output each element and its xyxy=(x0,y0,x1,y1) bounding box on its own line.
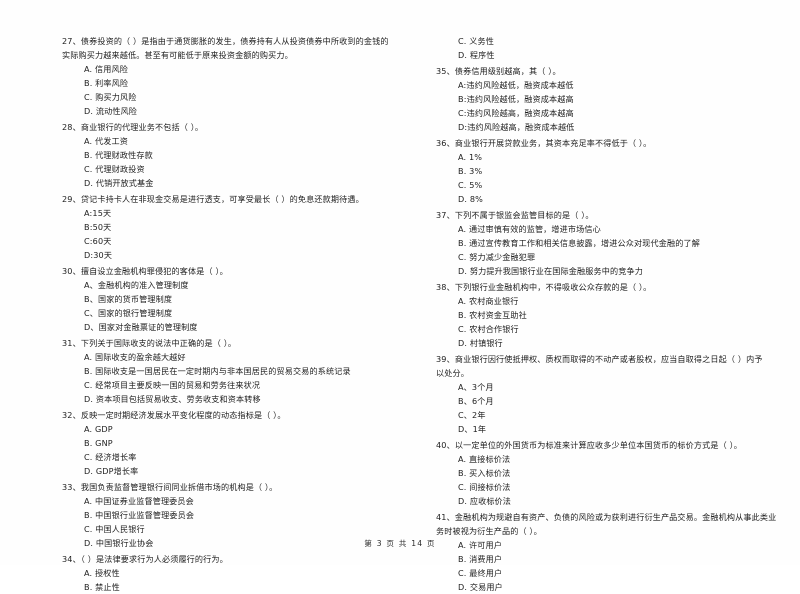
question-stem: 40、以一定单位的外国货币为标准来计算应收多少单位本国货币的标价方式是（ ）。 xyxy=(436,439,743,450)
question-block: 41、金融机构为规避自有资产、负债的风险或为获利进行衍生产品交易。金融机构从事此… xyxy=(436,510,800,594)
question-option[interactable]: A:违约风险越低，融资成本越低 xyxy=(436,78,800,92)
question-option[interactable]: A. 农村商业银行 xyxy=(436,294,800,308)
question-block: 39、商业银行因行使抵押权、质权而取得的不动产或者股权，应当自取得之日起（ ）内… xyxy=(436,352,800,437)
question-option[interactable]: D. 交易用户 xyxy=(436,580,800,594)
question-block: 37、下列不属于银监会监管目标的是（ ）。 A. 通过审慎有效的监管，增进市场信心… xyxy=(436,208,800,278)
question-option[interactable]: A. 代发工资 xyxy=(62,134,426,148)
question-option[interactable]: B. GNP xyxy=(62,436,426,450)
two-column-body: 27、债券投资的（ ）是指由于通货膨胀的发生，债券持有人从投资债券中所收到的金钱… xyxy=(0,34,800,592)
question-option[interactable]: D. 努力提升我国银行业在国际金融服务中的竞争力 xyxy=(436,264,800,278)
question-option[interactable]: B. 消费用户 xyxy=(436,552,800,566)
question-block: C. 义务性 D. 程序性 xyxy=(436,34,800,62)
question-option[interactable]: B. 买入标价法 xyxy=(436,466,800,480)
question-option[interactable]: B. 禁止性 xyxy=(62,580,426,594)
question-option[interactable]: C. 努力减少金融犯罪 xyxy=(436,250,800,264)
question-option[interactable]: D:违约风险越高，融资成本越低 xyxy=(436,120,800,134)
question-block: 40、以一定单位的外国货币为标准来计算应收多少单位本国货币的标价方式是（ ）。 A… xyxy=(436,438,800,508)
question-option[interactable]: B:违约风险越低，融资成本越高 xyxy=(436,92,800,106)
question-block: 36、商业银行开展贷款业务，其资本充足率不得低于（ ）。 A. 1% B. 3% C.… xyxy=(436,136,800,206)
question-stem: 31、下列关于国际收支的说法中正确的是（ ）。 xyxy=(62,337,237,348)
question-block: 31、下列关于国际收支的说法中正确的是（ ）。 A. 国际收支的盈余越大越好 B. … xyxy=(62,336,426,406)
exam-page: 27、债券投资的（ ）是指由于通货膨胀的发生，债券持有人从投资债券中所收到的金钱… xyxy=(0,0,800,592)
question-stem: 28、商业银行的代理业务不包括（ ）。 xyxy=(62,122,204,133)
question-option[interactable]: B. 中国银行业监督管理委员会 xyxy=(62,508,426,522)
question-option[interactable]: B. 3% xyxy=(436,164,800,178)
question-block: 34、（ ）是法律要求行为人必须履行的行为。 A. 授权性 B. 禁止性 xyxy=(62,552,426,594)
right-column: C. 义务性 D. 程序性 35、债券信用级别越高，其（ ）。 A:违约风险越低，融资… xyxy=(436,34,800,592)
question-stem: 33、我国负责监督管理银行间同业拆借市场的机构是（ ）。 xyxy=(62,481,278,492)
question-stem: 29、贷记卡持卡人在非现金交易是进行透支，可享受最长（ ）的免息还款期待遇。 xyxy=(62,194,364,205)
question-option[interactable]: A、3个月 xyxy=(436,380,800,394)
question-option[interactable]: C. 义务性 xyxy=(436,34,800,48)
question-option[interactable]: C. 经常项目主要反映一国的贸易和劳务往来状况 xyxy=(62,378,426,392)
question-option[interactable]: C. 代理财政投资 xyxy=(62,162,426,176)
question-option[interactable]: B、国家的货币管理制度 xyxy=(62,292,426,306)
question-stem: 35、债券信用级别越高，其（ ）。 xyxy=(436,65,561,76)
question-stem: 34、（ ）是法律要求行为人必须履行的行为。 xyxy=(62,553,228,564)
question-option[interactable]: A:15天 xyxy=(62,206,426,220)
question-stem: 32、反映一定时期经济发展水平变化程度的动态指标是（ ）。 xyxy=(62,409,286,420)
question-stem: 37、下列不属于银监会监管目标的是（ ）。 xyxy=(436,209,594,220)
question-option[interactable]: D、国家对金融票证的管理制度 xyxy=(62,320,426,334)
question-option[interactable]: B. 代理财政性存款 xyxy=(62,148,426,162)
question-option[interactable]: B. 通过宣传教育工作和相关信息披露，增进公众对现代金融的了解 xyxy=(436,236,800,250)
question-option[interactable]: D. 应收标价法 xyxy=(436,494,800,508)
question-option[interactable]: C、2年 xyxy=(436,408,800,422)
question-stem-continuation: 务时被视为衍生产品的（ ）。 xyxy=(436,525,542,536)
question-option[interactable]: C:60天 xyxy=(62,234,426,248)
question-option[interactable]: A. 1% xyxy=(436,150,800,164)
question-block: 27、债券投资的（ ）是指由于通货膨胀的发生，债券持有人从投资债券中所收到的金钱… xyxy=(62,34,426,119)
question-option[interactable]: C. 经济增长率 xyxy=(62,450,426,464)
question-option[interactable]: A. GDP xyxy=(62,422,426,436)
question-option[interactable]: C. 最终用户 xyxy=(436,566,800,580)
question-option[interactable]: B. 农村资金互助社 xyxy=(436,308,800,322)
question-option[interactable]: C. 中国人民银行 xyxy=(62,522,426,536)
question-option[interactable]: D. 流动性风险 xyxy=(62,104,426,118)
question-option[interactable]: C、国家的银行管理制度 xyxy=(62,306,426,320)
question-stem: 27、债券投资的（ ）是指由于通货膨胀的发生，债券持有人从投资债券中所收到的金钱… xyxy=(62,36,389,46)
question-option[interactable]: A、金融机构的准入管理制度 xyxy=(62,278,426,292)
question-option[interactable]: D. 代销开放式基金 xyxy=(62,176,426,190)
question-stem-continuation: 以处分。 xyxy=(436,367,469,378)
page-footer: 第 3 页 共 14 页 xyxy=(364,539,436,548)
question-option[interactable]: B. 利率风险 xyxy=(62,76,426,90)
question-option[interactable]: A. 国际收支的盈余越大越好 xyxy=(62,350,426,364)
question-option[interactable]: A. 中国证券业监督管理委员会 xyxy=(62,494,426,508)
question-stem: 36、商业银行开展贷款业务，其资本充足率不得低于（ ）。 xyxy=(436,137,652,148)
question-block: 38、下列银行业金融机构中，不得吸收公众存款的是（ ）。 A. 农村商业银行 B. … xyxy=(436,280,800,350)
question-option[interactable]: C. 5% xyxy=(436,178,800,192)
question-option[interactable]: A. 授权性 xyxy=(62,566,426,580)
question-option[interactable]: D. 8% xyxy=(436,192,800,206)
question-block: 30、擅自设立金融机构罪侵犯的客体是（ ）。 A、金融机构的准入管理制度 B、国家的… xyxy=(62,264,426,334)
question-option[interactable]: A. 信用风险 xyxy=(62,62,426,76)
question-block: 29、贷记卡持卡人在非现金交易是进行透支，可享受最长（ ）的免息还款期待遇。 A:… xyxy=(62,192,426,262)
question-option[interactable]: B. 国际收支是一国居民在一定时期内与非本国居民的贸易交易的系统记录 xyxy=(62,364,426,378)
question-option[interactable]: D. 程序性 xyxy=(436,48,800,62)
question-option[interactable]: B:50天 xyxy=(62,220,426,234)
question-block: 28、商业银行的代理业务不包括（ ）。 A. 代发工资 B. 代理财政性存款 C. 代… xyxy=(62,120,426,190)
question-stem: 38、下列银行业金融机构中，不得吸收公众存款的是（ ）。 xyxy=(436,281,652,292)
question-stem-continuation: 实际购买力越来越低。甚至有可能低于原来投资金额的购买力。 xyxy=(62,50,293,61)
question-option[interactable]: A. 直接标价法 xyxy=(436,452,800,466)
question-option[interactable]: D:30天 xyxy=(62,248,426,262)
question-option[interactable]: C. 购买力风险 xyxy=(62,90,426,104)
question-option[interactable]: D. 资本项目包括贸易收支、劳务收支和资本转移 xyxy=(62,392,426,406)
question-stem: 30、擅自设立金融机构罪侵犯的客体是（ ）。 xyxy=(62,266,228,276)
question-option[interactable]: D、1年 xyxy=(436,422,800,436)
question-stem: 41、金融机构为规避自有资产、负债的风险或为获利进行衍生产品交易。金融机构从事此… xyxy=(436,511,777,522)
question-option[interactable]: C:违约风险越高，融资成本越高 xyxy=(436,106,800,120)
question-option[interactable]: B、6个月 xyxy=(436,394,800,408)
question-block: 35、债券信用级别越高，其（ ）。 A:违约风险越低，融资成本越低 B:违约风险越低… xyxy=(436,64,800,134)
question-option[interactable]: C. 间接标价法 xyxy=(436,480,800,494)
question-option[interactable]: A. 通过审慎有效的监管，增进市场信心 xyxy=(436,222,800,236)
question-option[interactable]: D. GDP增长率 xyxy=(62,464,426,478)
question-block: 32、反映一定时期经济发展水平变化程度的动态指标是（ ）。 A. GDP B. GN… xyxy=(62,408,426,478)
left-column: 27、债券投资的（ ）是指由于通货膨胀的发生，债券持有人从投资债券中所收到的金钱… xyxy=(62,34,426,592)
question-stem: 39、商业银行因行使抵押权、质权而取得的不动产或者股权，应当自取得之日起（ ）内… xyxy=(436,353,763,364)
question-option[interactable]: D. 村镇银行 xyxy=(436,336,800,350)
question-option[interactable]: C. 农村合作银行 xyxy=(436,322,800,336)
